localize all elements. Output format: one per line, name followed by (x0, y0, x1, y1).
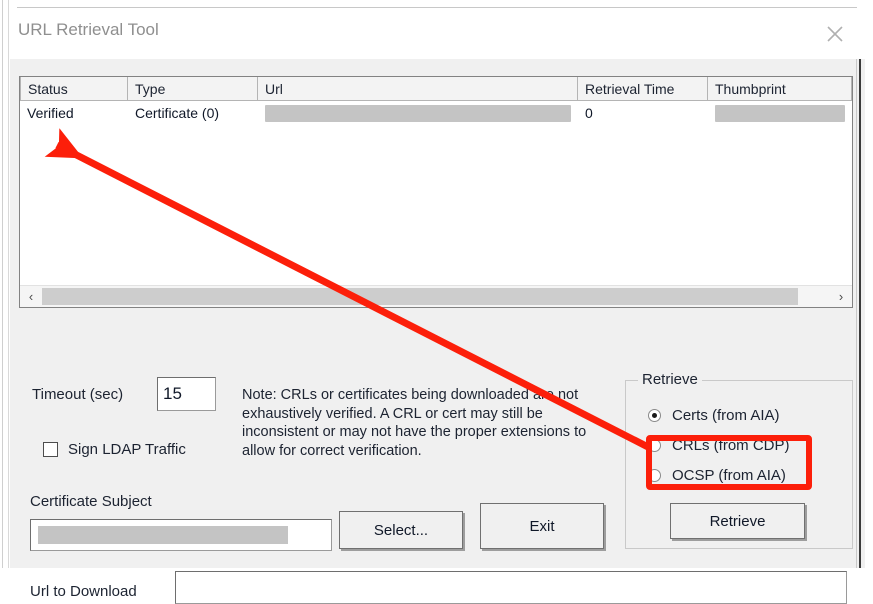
scroll-left-arrow-icon[interactable]: ‹ (20, 286, 42, 307)
select-button[interactable]: Select... (339, 511, 463, 549)
note-text: Note: CRLs or certificates being downloa… (242, 387, 587, 459)
scroll-right-arrow-icon[interactable]: › (830, 286, 852, 307)
radio-ocsp[interactable]: OCSP (from AIA) (648, 467, 786, 484)
list-rows-container: Verified Certificate (0) 0 (20, 101, 852, 125)
cell-status: Verified (27, 105, 74, 121)
client-right-edge (856, 59, 857, 568)
window-left-border (0, 0, 9, 568)
url-to-download-label: Url to Download (30, 583, 137, 600)
close-icon (827, 26, 843, 42)
certificate-subject-input[interactable] (30, 519, 332, 551)
column-header-status[interactable]: Status (20, 77, 128, 101)
column-header-type[interactable]: Type (128, 77, 258, 101)
redacted-value (265, 104, 571, 122)
table-row[interactable]: Verified Certificate (0) 0 (20, 101, 852, 125)
title-bar: URL Retrieval Tool (10, 9, 873, 59)
list-header-row: Status Type Url Retrieval Time Thumbprint (20, 77, 852, 101)
cell-type: Certificate (0) (135, 105, 220, 121)
checkbox-box-icon (43, 442, 58, 457)
radio-button-icon (648, 409, 661, 422)
window-vertical-scrollbar[interactable] (859, 59, 861, 568)
scrollbar-thumb[interactable] (42, 288, 799, 305)
clipped-window-above: •• ••• (9, 0, 873, 9)
scrollbar-track[interactable] (42, 286, 830, 307)
application-window: •• ••• URL Retrieval Tool StatusTypeUrlR… (0, 0, 873, 604)
url-to-download-input[interactable] (175, 571, 847, 604)
retrieve-button[interactable]: Retrieve (670, 503, 805, 539)
window-title: URL Retrieval Tool (18, 20, 159, 39)
column-header-url[interactable]: Url (258, 77, 578, 101)
sign-ldap-traffic-label: Sign LDAP Traffic (68, 441, 186, 458)
column-header-thumbprint[interactable]: Thumbprint (708, 77, 852, 101)
radio-label: OCSP (from AIA) (672, 467, 786, 484)
exit-button[interactable]: Exit (480, 503, 604, 549)
radio-button-icon (648, 469, 661, 482)
radio-button-icon (648, 439, 661, 452)
radio-label: Certs (from AIA) (672, 407, 780, 424)
radio-label: CRLs (from CDP) (672, 437, 790, 454)
sign-ldap-traffic-checkbox[interactable]: Sign LDAP Traffic (43, 441, 186, 458)
clipped-window-text: •• ••• (129, 0, 162, 7)
radio-crls[interactable]: CRLs (from CDP) (648, 437, 790, 454)
timeout-label: Timeout (sec) (32, 386, 124, 403)
timeout-input[interactable]: 15 (157, 377, 216, 411)
clipped-window-edge (17, 7, 857, 8)
cell-url (258, 101, 578, 125)
list-horizontal-scrollbar[interactable]: ‹ › (20, 285, 852, 307)
redacted-value (38, 526, 288, 544)
results-list-view[interactable]: Status Type Url Retrieval Time Thumbprint Ve… (19, 76, 853, 308)
certificate-subject-label: Certificate Subject (30, 493, 152, 510)
cell-thumbprint (708, 101, 852, 125)
dialog-client-area: Status Type Url Retrieval Time Thumbprint Ve… (10, 59, 865, 604)
radio-certs[interactable]: Certs (from AIA) (648, 407, 780, 424)
retrieve-group-title: Retrieve (638, 371, 702, 388)
close-button[interactable] (815, 19, 855, 49)
redacted-value (715, 104, 845, 122)
column-header-retrieval-time[interactable]: Retrieval Time (578, 77, 708, 101)
cell-retrieval-time: 0 (585, 105, 593, 121)
